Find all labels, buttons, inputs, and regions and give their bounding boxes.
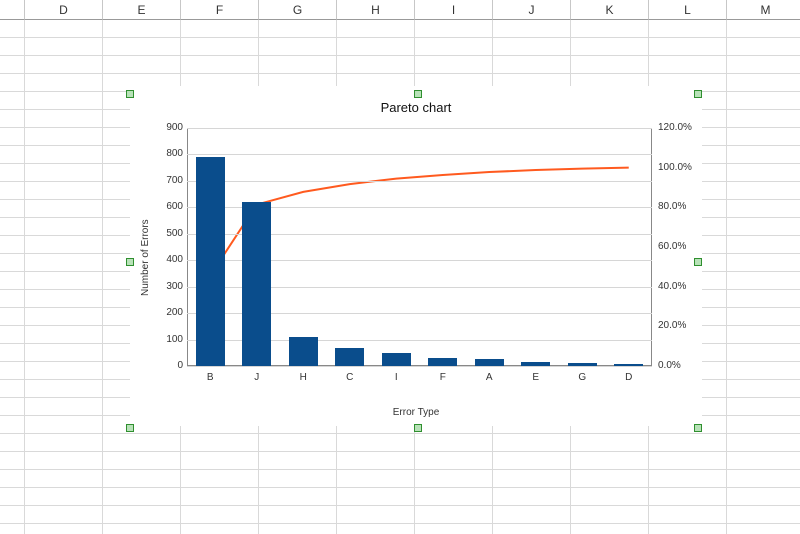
column-headers: DEFGHIJKLM xyxy=(0,0,800,20)
category-label: B xyxy=(187,372,234,383)
bar-B xyxy=(196,157,225,366)
column-header-edge[interactable] xyxy=(0,0,25,20)
column-header-K[interactable]: K xyxy=(571,0,649,20)
bar-E xyxy=(521,362,550,366)
selection-handle[interactable] xyxy=(694,424,702,432)
y1-tick: 200 xyxy=(155,307,183,318)
bar-A xyxy=(475,359,504,366)
column-header-M[interactable]: M xyxy=(727,0,800,20)
y1-tick: 300 xyxy=(155,281,183,292)
column-header-L[interactable]: L xyxy=(649,0,727,20)
y2-tick: 120.0% xyxy=(658,122,704,133)
column-header-H[interactable]: H xyxy=(337,0,415,20)
y1-tick: 600 xyxy=(155,201,183,212)
bar-G xyxy=(568,363,597,366)
y1-tick: 0 xyxy=(155,360,183,371)
chart-object[interactable]: Pareto chart Number of Errors Error Type… xyxy=(130,86,702,426)
bar-F xyxy=(428,358,457,366)
selection-handle[interactable] xyxy=(414,90,422,98)
column-header-F[interactable]: F xyxy=(181,0,259,20)
y2-tick: 80.0% xyxy=(658,201,704,212)
column-header-D[interactable]: D xyxy=(25,0,103,20)
category-label: H xyxy=(280,372,327,383)
y1-tick: 100 xyxy=(155,334,183,345)
bar-D xyxy=(614,364,643,366)
y1-tick: 800 xyxy=(155,148,183,159)
y2-tick: 60.0% xyxy=(658,241,704,252)
bar-I xyxy=(382,353,411,366)
y-axis-label: Number of Errors xyxy=(140,219,151,296)
bar-H xyxy=(289,337,318,366)
bar-C xyxy=(335,348,364,366)
selection-handle[interactable] xyxy=(414,424,422,432)
x-axis-label: Error Type xyxy=(130,407,702,418)
y2-tick: 100.0% xyxy=(658,162,704,173)
selection-handle[interactable] xyxy=(126,258,134,266)
category-label: G xyxy=(559,372,606,383)
y2-tick: 40.0% xyxy=(658,281,704,292)
y2-tick: 0.0% xyxy=(658,360,704,371)
bar-J xyxy=(242,202,271,366)
y1-tick: 500 xyxy=(155,228,183,239)
selection-handle[interactable] xyxy=(694,90,702,98)
selection-handle[interactable] xyxy=(126,424,134,432)
category-label: I xyxy=(373,372,420,383)
column-header-G[interactable]: G xyxy=(259,0,337,20)
column-header-I[interactable]: I xyxy=(415,0,493,20)
y2-tick: 20.0% xyxy=(658,320,704,331)
selection-handle[interactable] xyxy=(126,90,134,98)
chart-plot-area: 01002003004005006007008009000.0%20.0%40.… xyxy=(187,128,652,366)
category-label: J xyxy=(234,372,281,383)
column-header-E[interactable]: E xyxy=(103,0,181,20)
chart-title: Pareto chart xyxy=(130,100,702,115)
category-label: D xyxy=(606,372,653,383)
category-label: C xyxy=(327,372,374,383)
category-label: A xyxy=(466,372,513,383)
selection-handle[interactable] xyxy=(694,258,702,266)
y1-tick: 700 xyxy=(155,175,183,186)
y1-tick: 900 xyxy=(155,122,183,133)
category-label: F xyxy=(420,372,467,383)
y1-tick: 400 xyxy=(155,254,183,265)
category-label: E xyxy=(513,372,560,383)
column-header-J[interactable]: J xyxy=(493,0,571,20)
